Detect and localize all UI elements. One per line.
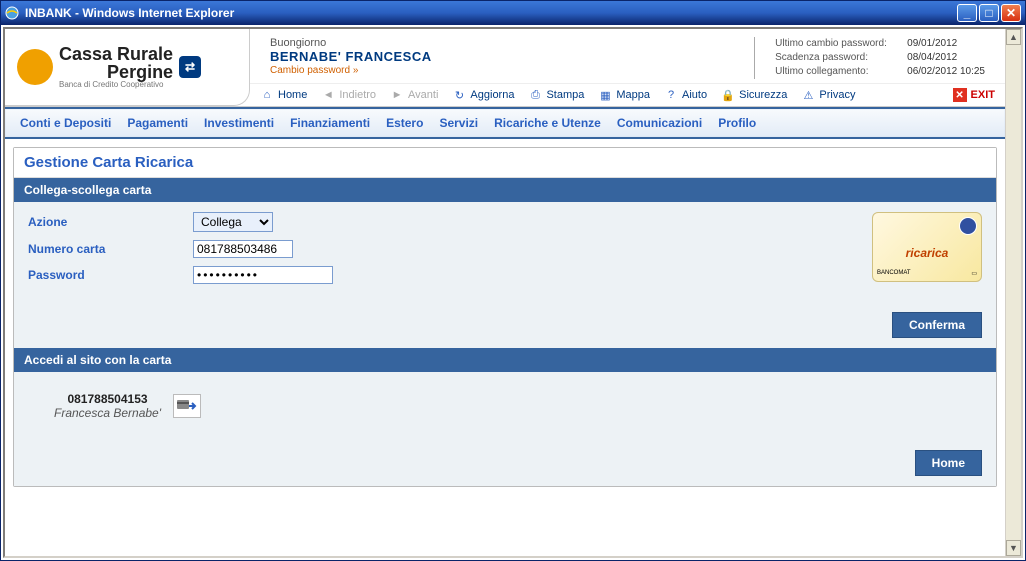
conferma-button[interactable]: Conferma xyxy=(892,312,982,338)
print-tool[interactable]: ⎙Stampa xyxy=(528,88,584,102)
linked-card-number: 081788504153 xyxy=(54,392,161,406)
home-button[interactable]: Home xyxy=(915,450,982,476)
vertical-scrollbar[interactable]: ▲ ▼ xyxy=(1005,29,1021,556)
menu-conti[interactable]: Conti e Depositi xyxy=(20,116,111,130)
expiry-label: Scadenza password: xyxy=(775,51,895,65)
home-icon: ⌂ xyxy=(260,88,274,102)
last-pw-label: Ultimo cambio password: xyxy=(775,37,895,51)
bancomat-icon: BANCOMAT xyxy=(877,270,911,277)
azione-label: Azione xyxy=(28,215,193,229)
panel-title: Gestione Carta Ricarica xyxy=(14,148,996,178)
home-tool[interactable]: ⌂Home xyxy=(260,88,307,102)
pagobancomat-icon: ▭ xyxy=(971,270,977,277)
warning-icon: ⚠ xyxy=(801,88,815,102)
toolbar: ⌂Home ◄Indietro ►Avanti ↻Aggiorna ⎙Stamp… xyxy=(250,83,1005,106)
section-access-title: Accedi al sito con la carta xyxy=(14,348,996,372)
bank-tagline: Banca di Credito Cooperativo xyxy=(59,81,173,89)
change-password-link[interactable]: Cambio password » xyxy=(270,65,358,76)
main-menubar: Conti e Depositi Pagamenti Investimenti … xyxy=(6,110,1004,136)
bank-logo: Cassa Rurale Pergine Banca di Credito Co… xyxy=(5,29,250,106)
forward-tool: ►Avanti xyxy=(390,88,438,102)
greeting-text: Buongiorno xyxy=(270,37,754,49)
linked-card-entry: 081788504153 Francesca Bernabe' xyxy=(54,392,956,420)
maximize-button[interactable]: □ xyxy=(979,4,999,22)
window-title: INBANK - Windows Internet Explorer xyxy=(25,6,234,20)
back-tool: ◄Indietro xyxy=(321,88,376,102)
privacy-tool[interactable]: ⚠Privacy xyxy=(801,88,855,102)
menu-servizi[interactable]: Servizi xyxy=(439,116,478,130)
last-pw-value: 09/01/2012 xyxy=(907,37,957,51)
scroll-track[interactable] xyxy=(1006,45,1021,540)
access-card-button[interactable] xyxy=(173,394,201,418)
menu-comunicazioni[interactable]: Comunicazioni xyxy=(617,116,702,130)
help-icon: ? xyxy=(664,88,678,102)
exit-button[interactable]: ✕EXIT xyxy=(953,88,995,102)
bank-name: Cassa Rurale xyxy=(59,45,173,63)
bank-name-2: Pergine xyxy=(59,63,173,81)
scroll-down-icon[interactable]: ▼ xyxy=(1006,540,1021,556)
expiry-value: 08/04/2012 xyxy=(907,51,957,65)
menu-estero[interactable]: Estero xyxy=(386,116,423,130)
exit-icon: ✕ xyxy=(953,88,967,102)
security-tool[interactable]: 🔒Sicurezza xyxy=(721,88,787,102)
card-brand: ricarica xyxy=(877,246,977,260)
refresh-icon: ↻ xyxy=(452,88,466,102)
forward-icon: ► xyxy=(390,88,404,102)
logo-ext-icon: ⇄ xyxy=(179,56,201,78)
bank-header: Cassa Rurale Pergine Banca di Credito Co… xyxy=(5,29,1005,107)
help-tool[interactable]: ?Aiuto xyxy=(664,88,707,102)
menu-investimenti[interactable]: Investimenti xyxy=(204,116,274,130)
menu-pagamenti[interactable]: Pagamenti xyxy=(127,116,188,130)
session-info: Ultimo cambio password: 09/01/2012 Scaden… xyxy=(754,37,985,79)
lock-icon: 🔒 xyxy=(721,88,735,102)
minimize-button[interactable]: _ xyxy=(957,4,977,22)
menu-profilo[interactable]: Profilo xyxy=(718,116,756,130)
numero-carta-input[interactable] xyxy=(193,240,293,258)
main-panel: Gestione Carta Ricarica Collega-scollega… xyxy=(13,147,997,487)
menu-ricariche[interactable]: Ricariche e Utenze xyxy=(494,116,601,130)
back-icon: ◄ xyxy=(321,88,335,102)
linked-card-holder: Francesca Bernabe' xyxy=(54,406,161,420)
maestro-icon xyxy=(959,217,977,235)
password-label: Password xyxy=(28,268,193,282)
user-name: BERNABE' FRANCESCA xyxy=(270,49,754,64)
numero-label: Numero carta xyxy=(28,242,193,256)
map-tool[interactable]: ▦Mappa xyxy=(598,88,650,102)
window-titlebar: INBANK - Windows Internet Explorer _ □ ✕ xyxy=(1,1,1025,25)
azione-select[interactable]: Collega xyxy=(193,212,273,232)
ie-icon xyxy=(5,5,21,21)
print-icon: ⎙ xyxy=(528,88,542,102)
card-image: ricarica BANCOMAT ▭ xyxy=(872,212,982,282)
map-icon: ▦ xyxy=(598,88,612,102)
close-button[interactable]: ✕ xyxy=(1001,4,1021,22)
last-login-label: Ultimo collegamento: xyxy=(775,65,895,79)
logo-badge-icon xyxy=(17,49,53,85)
section-link-unlink-title: Collega-scollega carta xyxy=(14,178,996,202)
menu-finanziamenti[interactable]: Finanziamenti xyxy=(290,116,370,130)
password-input[interactable] xyxy=(193,266,333,284)
last-login-value: 06/02/2012 10:25 xyxy=(907,65,985,79)
card-arrow-icon xyxy=(177,398,197,414)
scroll-up-icon[interactable]: ▲ xyxy=(1006,29,1021,45)
refresh-tool[interactable]: ↻Aggiorna xyxy=(452,88,514,102)
